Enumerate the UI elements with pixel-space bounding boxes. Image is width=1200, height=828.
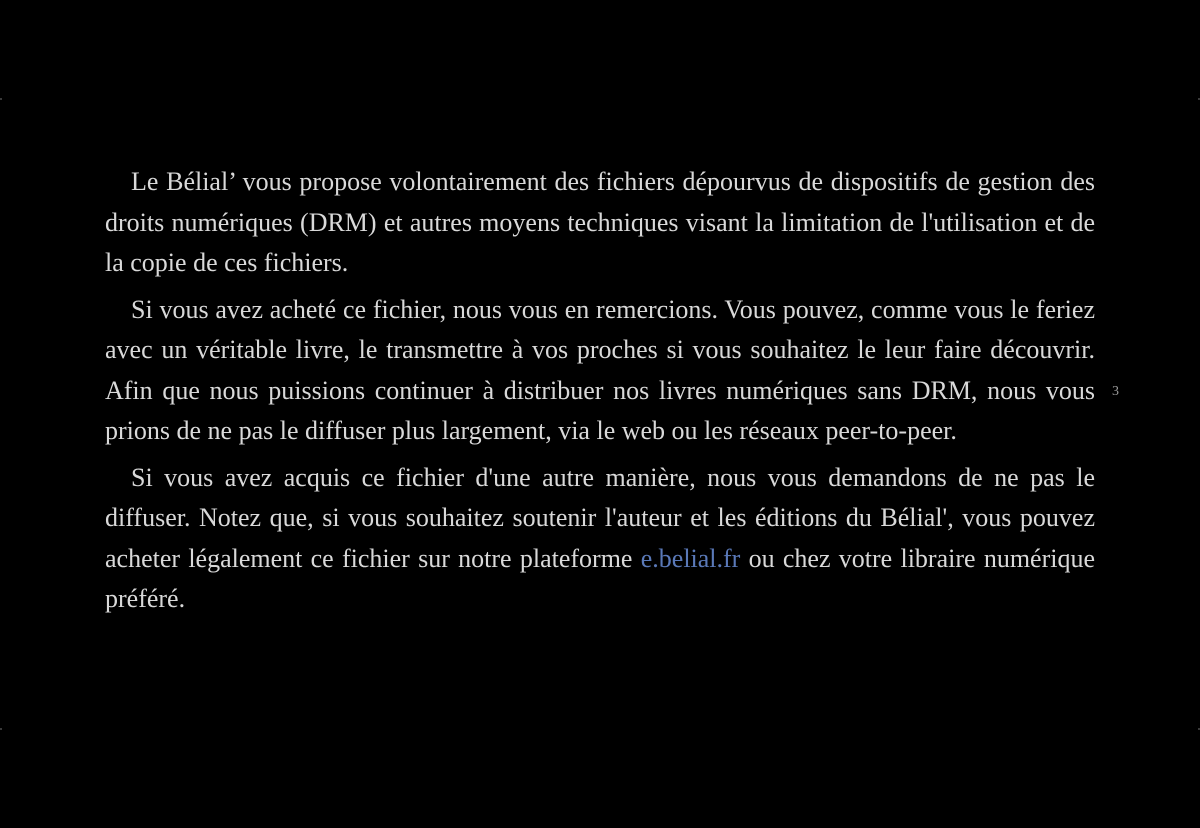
page-corner-mark [0, 98, 2, 100]
reader-page[interactable]: Le Bélial’ vous propose volontairement d… [0, 0, 1200, 828]
paragraph-drm-notice: Le Bélial’ vous propose volontairement d… [105, 167, 1095, 277]
page-number: 3 [1112, 384, 1119, 399]
belial-store-link[interactable]: e.belial.fr [641, 544, 741, 573]
paragraph-other-acquisition: Si vous avez acquis ce fichier d'une aut… [105, 458, 1095, 620]
page-corner-mark [0, 728, 2, 730]
paragraph-purchase-thanks: Si vous avez acheté ce fichier, nous vou… [105, 294, 1095, 446]
book-text: Le Bélial’ vous propose volontairement d… [105, 162, 1095, 626]
